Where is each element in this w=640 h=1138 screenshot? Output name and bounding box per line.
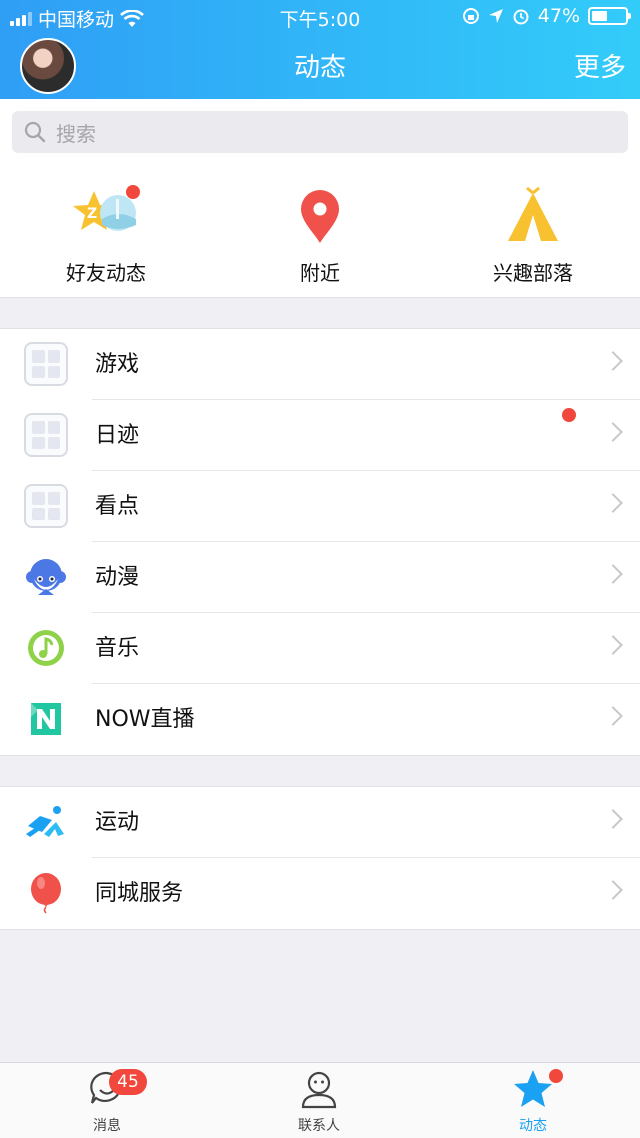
chevron-right-icon <box>603 809 623 829</box>
list-item-now-live[interactable]: NOW直播 <box>0 684 640 755</box>
quick-label-friends-feed: 好友动态 <box>66 261 146 285</box>
quick-actions: Z 好友动态 附近 兴趣部落 <box>0 165 640 298</box>
list-item-music[interactable]: 音乐 <box>0 613 640 684</box>
diary-placeholder-icon <box>24 413 68 457</box>
tab-label-messages: 消息 <box>93 1118 121 1134</box>
alarm-icon <box>513 9 529 25</box>
list-item-city-service[interactable]: 同城服务 <box>0 858 640 929</box>
list-label-sport: 运动 <box>95 810 140 835</box>
status-bar: 中国移动 下午5:00 47% <box>0 0 640 34</box>
location-icon <box>488 9 503 23</box>
game-placeholder-icon <box>24 342 68 386</box>
quick-item-interest-tribe[interactable]: 兴趣部落 <box>453 185 613 286</box>
battery-icon <box>588 7 631 25</box>
chevron-right-icon <box>603 880 623 900</box>
list-label-now-live: NOW直播 <box>95 707 195 732</box>
list-label-game: 游戏 <box>95 352 140 377</box>
chevron-right-icon <box>603 422 623 442</box>
header: 中国移动 下午5:00 47% 动态 更多 <box>0 0 640 99</box>
kandian-placeholder-icon <box>24 484 68 528</box>
list-item-anime[interactable]: 动漫 <box>0 542 640 613</box>
chevron-right-icon <box>603 706 623 726</box>
battery-percent: 47% <box>537 5 580 27</box>
quick-item-nearby[interactable]: 附近 <box>240 185 400 286</box>
search-input[interactable]: 搜索 <box>12 111 628 153</box>
tab-contacts[interactable]: 联系人 <box>259 1069 379 1135</box>
balloon-icon <box>31 873 61 914</box>
quick-item-friends-feed[interactable]: Z 好友动态 <box>26 185 186 286</box>
tab-bar: 45 消息 联系人 动态 <box>0 1062 640 1138</box>
diary-dot <box>562 408 576 422</box>
list-item-kandian[interactable]: 看点 <box>0 471 640 542</box>
battery-fill <box>592 11 607 21</box>
page-title: 动态 <box>293 53 346 83</box>
list-label-diary: 日迹 <box>95 423 140 448</box>
feed-tab-dot <box>549 1069 563 1083</box>
search-placeholder: 搜索 <box>56 121 96 146</box>
tab-label-feed: 动态 <box>519 1118 547 1134</box>
chevron-right-icon <box>603 493 623 513</box>
friends-feed-icon: Z <box>70 185 142 245</box>
svg-text:Z: Z <box>87 206 97 222</box>
list-label-kandian: 看点 <box>95 494 140 519</box>
quick-label-nearby: 附近 <box>300 261 340 285</box>
messages-badge: 45 <box>109 1069 147 1095</box>
tab-messages[interactable]: 45 消息 <box>47 1069 167 1135</box>
anime-icon <box>26 559 66 595</box>
list-label-city-service: 同城服务 <box>95 881 184 906</box>
friends-feed-dot <box>126 185 140 199</box>
sport-icon <box>26 806 64 837</box>
list-item-game[interactable]: 游戏 <box>0 329 640 400</box>
chevron-right-icon <box>603 351 623 371</box>
search-icon <box>24 121 46 143</box>
now-live-icon <box>31 703 61 735</box>
tent-icon <box>497 185 569 245</box>
search-section: 搜索 <box>0 99 640 165</box>
list-item-diary[interactable]: 日迹 <box>0 400 640 471</box>
more-button[interactable]: 更多 <box>574 47 626 84</box>
feature-list-1: 游戏 日迹 看点 动漫 音乐 NOW直播 <box>0 328 640 756</box>
chevron-right-icon <box>603 564 623 584</box>
location-pin-icon <box>284 185 356 245</box>
tab-label-contacts: 联系人 <box>298 1118 340 1134</box>
tab-feed[interactable]: 动态 <box>473 1069 593 1135</box>
list-label-music: 音乐 <box>95 636 140 661</box>
feature-list-2: 运动 同城服务 <box>0 786 640 930</box>
quick-label-interest-tribe: 兴趣部落 <box>493 261 573 285</box>
list-item-sport[interactable]: 运动 <box>0 787 640 858</box>
music-icon <box>28 628 68 666</box>
contacts-icon <box>301 1071 337 1109</box>
rotation-lock-icon <box>462 8 479 24</box>
chevron-right-icon <box>603 635 623 655</box>
list-label-anime: 动漫 <box>95 565 140 590</box>
